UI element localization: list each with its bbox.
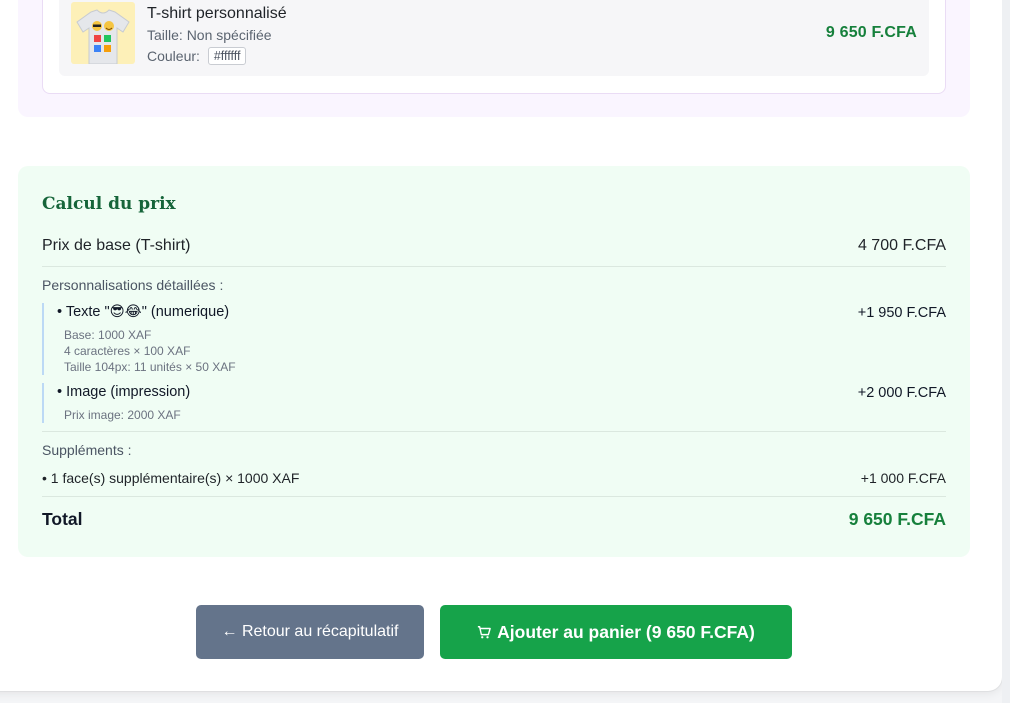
color-label: Couleur: [147, 48, 200, 64]
supplement-value: +1 000 F.CFA [860, 470, 946, 486]
divider [42, 496, 946, 497]
product-color: Couleur: #ffffff [147, 47, 247, 65]
detail-sub-line: Prix image: 2000 XAF [64, 408, 181, 422]
size-value: Non spécifiée [186, 27, 272, 43]
divider [42, 266, 946, 267]
details-label: Personnalisations détaillées : [42, 277, 224, 293]
detail-sub-line: Taille 104px: 11 unités × 50 XAF [64, 360, 236, 374]
product-size: Taille: Non spécifiée [147, 27, 272, 43]
base-price-value: 4 700 F.CFA [857, 237, 946, 254]
base-price-label: Prix de base (T-shirt) [42, 237, 191, 254]
detail-item-value: +1 950 F.CFA [857, 305, 946, 321]
color-chip: #ffffff [207, 47, 247, 65]
detail-block-text [42, 303, 44, 375]
detail-item-name: • Image (impression) [57, 384, 191, 400]
add-to-cart-button[interactable]: Ajouter au panier (9 650 F.CFA) [440, 605, 792, 659]
detail-block-image [42, 383, 44, 423]
back-button-label: ← Retour au récapitulatif [221, 623, 399, 640]
size-label: Taille: [147, 27, 183, 43]
detail-sub-line: Base: 1000 XAF [64, 328, 152, 342]
product-name: T-shirt personnalisé [147, 5, 287, 22]
divider [42, 431, 946, 432]
shopping-cart-icon [477, 625, 491, 639]
add-to-cart-label: Ajouter au panier (9 650 F.CFA) [497, 621, 755, 642]
total-label: Total [42, 509, 83, 529]
total-value: 9 650 F.CFA [848, 509, 946, 529]
detail-sub-line: 4 caractères × 100 XAF [64, 344, 191, 358]
product-price: 9 650 F.CFA [825, 24, 917, 41]
detail-item-value: +2 000 F.CFA [857, 385, 946, 401]
page-edge [1002, 0, 1010, 703]
tshirt-icon [76, 9, 130, 64]
product-thumbnail [71, 2, 135, 64]
detail-item-name: • Texte "😎😂" (numerique) [57, 304, 230, 320]
supplement-line: • 1 face(s) supplémentaire(s) × 1000 XAF [42, 470, 300, 486]
back-to-summary-button[interactable]: ← Retour au récapitulatif [196, 605, 424, 659]
calc-title: Calcul du prix [42, 194, 176, 214]
supplements-label: Suppléments : [42, 442, 132, 458]
